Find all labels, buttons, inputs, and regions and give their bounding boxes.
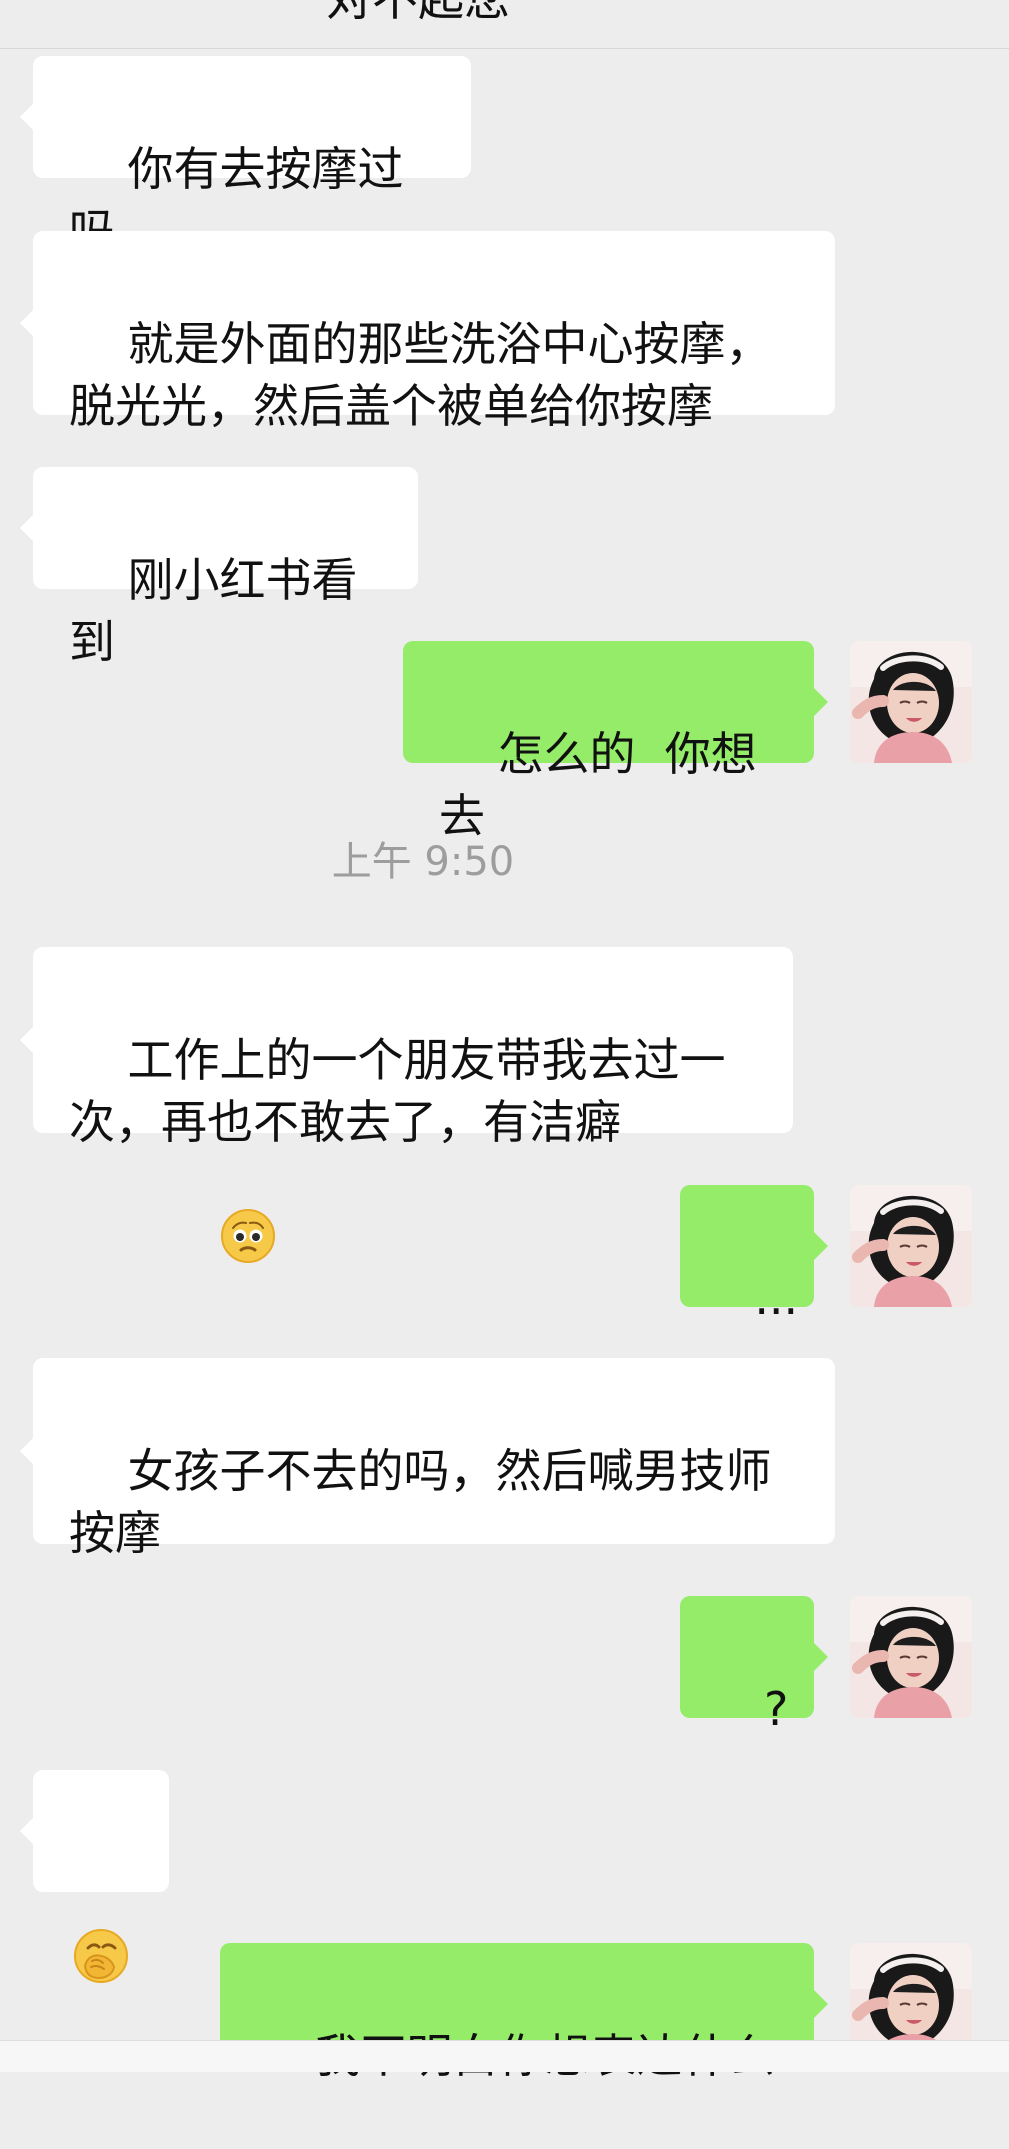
user-avatar[interactable]	[850, 1596, 972, 1718]
message-bubble[interactable]: 怎么的 你想去	[403, 641, 828, 843]
message-timestamp: 上午 9:50	[331, 839, 515, 885]
message-bubble[interactable]: 女孩子不去的吗，然后喊男技师 按摩	[20, 1358, 835, 1560]
user-avatar[interactable]	[850, 641, 972, 763]
message-bubble[interactable]: 工作上的一个朋友带我去过一 次，再也不敢去了，有洁癖	[20, 947, 793, 1263]
pleading-face-icon	[132, 1145, 278, 1342]
message-text: ?	[764, 1682, 789, 1736]
message-bubble[interactable]: ?	[680, 1596, 828, 1736]
message-text: 刚小红书看到	[69, 553, 358, 669]
chat-header: 对不起您	[0, 0, 1009, 49]
message-bubble[interactable]: 刚小红书看到	[20, 467, 418, 669]
message-bubble[interactable]: 你有去按摩过吗	[20, 56, 471, 258]
message-text: 工作上的一个朋友带我去过一 次，再也不敢去了，有洁癖	[69, 1033, 726, 1149]
chat-title: 对不起您	[326, 0, 510, 26]
face-with-hand-over-mouth-icon	[71, 1802, 169, 2063]
message-text: ...	[754, 1271, 799, 1325]
user-avatar[interactable]	[850, 1185, 972, 1307]
message-text: 就是外面的那些洗浴中心按摩， 脱光光，然后盖个被单给你按摩	[69, 317, 772, 433]
bottom-input-area	[0, 2040, 1009, 2072]
message-text: 女孩子不去的吗，然后喊男技师 按摩	[69, 1444, 772, 1560]
message-bubble[interactable]: 就是外面的那些洗浴中心按摩， 脱光光，然后盖个被单给你按摩	[20, 231, 835, 433]
message-text: 怎么的 你想去	[439, 727, 757, 843]
message-bubble[interactable]: ...	[680, 1185, 828, 1325]
message-bubble[interactable]	[20, 1770, 169, 1983]
